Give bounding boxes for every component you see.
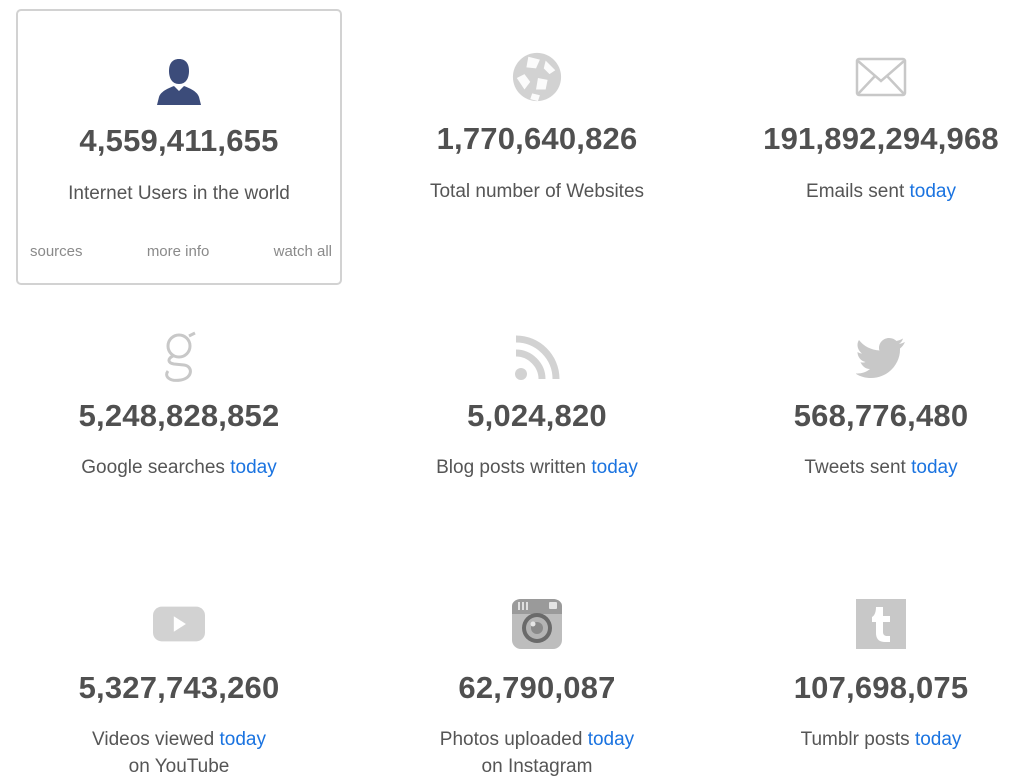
more-info-link[interactable]: more info [147,243,210,260]
counter-label: Videos viewed today on YouTube [92,729,266,777]
watch-all-link[interactable]: watch all [274,243,332,260]
stat-websites[interactable]: 1,770,640,826 Total number of Websites [374,9,700,285]
counter-value: 5,248,828,852 [78,398,280,433]
today-link[interactable]: today [910,181,956,202]
counter-label: Internet Users in the world [68,183,290,204]
counter-label: Tweets sent today [804,457,958,478]
globe-icon [511,51,563,103]
today-link[interactable]: today [588,729,634,750]
stat-instagram-photos[interactable]: 62,790,087 Photos uploaded today on Inst… [374,588,700,779]
counter-value: 4,559,411,655 [79,123,279,158]
today-link[interactable]: today [915,729,961,750]
youtube-icon [153,598,205,650]
tumblr-icon [855,598,907,650]
counter-value: 5,327,743,260 [78,670,280,705]
stat-tumblr-posts[interactable]: 107,698,075 Tumblr posts today [718,588,1036,779]
counter-value: 62,790,087 [458,670,616,705]
stat-google-searches[interactable]: 5,248,828,852 Google searches today [16,318,342,518]
user-icon [153,53,205,105]
today-link[interactable]: today [230,457,276,478]
rss-icon [511,332,563,384]
counter-label: Google searches today [81,457,277,478]
counter-value: 1,770,640,826 [436,121,638,156]
counter-label: Emails sent today [806,181,956,202]
twitter-icon [855,332,907,384]
instagram-icon [511,598,563,650]
counter-value: 568,776,480 [793,398,969,433]
today-link[interactable]: today [591,457,637,478]
today-link[interactable]: today [911,457,957,478]
counter-label: Blog posts written today [436,457,638,478]
stat-emails[interactable]: 191,892,294,968 Emails sent today [718,9,1036,285]
sources-link[interactable]: sources [30,243,83,260]
stat-links: sources more info watch all [30,243,332,260]
stat-tweets[interactable]: 568,776,480 Tweets sent today [718,318,1036,518]
stat-youtube-videos[interactable]: 5,327,743,260 Videos viewed today on You… [16,588,342,779]
counter-label: Tumblr posts today [800,729,962,750]
counter-label: Total number of Websites [429,181,645,202]
counter-value: 107,698,075 [793,670,969,705]
counter-value: 191,892,294,968 [763,121,999,156]
email-icon [855,51,907,103]
stat-blog-posts[interactable]: 5,024,820 Blog posts written today [374,318,700,518]
stat-internet-users[interactable]: 4,559,411,655 Internet Users in the worl… [16,9,342,285]
today-link[interactable]: today [219,729,265,750]
google-icon [153,331,205,384]
counter-label: Photos uploaded today on Instagram [439,729,635,777]
counter-value: 5,024,820 [467,398,607,433]
